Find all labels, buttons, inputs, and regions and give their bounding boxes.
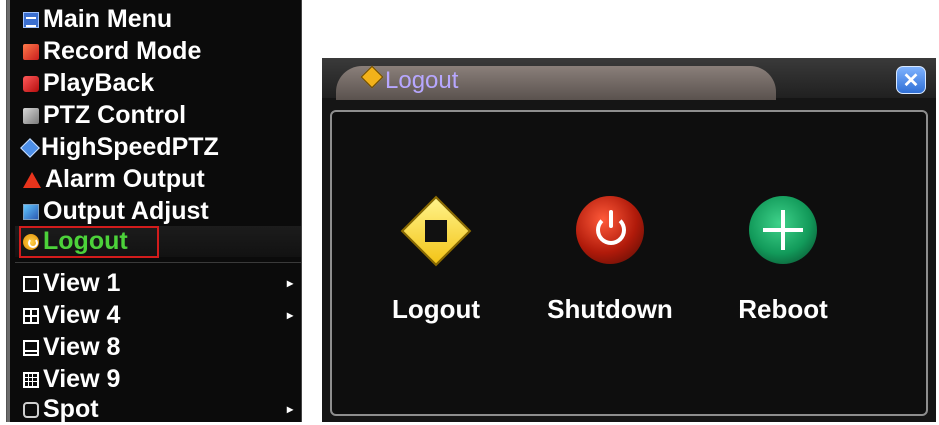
output-adjust-icon (23, 203, 39, 220)
menu-item-main-menu[interactable]: Main Menu (23, 4, 172, 35)
menu-item-logout[interactable]: Logout (15, 226, 301, 258)
selection-highlight-box (19, 226, 159, 258)
record-mode-icon (23, 43, 39, 60)
menu-separator (15, 262, 301, 263)
menu-item-ptz-control[interactable]: PTZ Control (23, 100, 186, 131)
view-8-icon (23, 339, 39, 356)
reboot-icon (749, 196, 817, 264)
context-menu: Main Menu Record Mode PlayBack PTZ Contr… (6, 0, 303, 425)
shutdown-action-button[interactable]: Shutdown (535, 112, 685, 418)
menu-item-highspeed-ptz[interactable]: HighSpeedPTZ (20, 132, 219, 163)
action-label: Logout (391, 294, 481, 324)
menu-item-playback[interactable]: PlayBack (23, 68, 154, 99)
menu-item-view-4[interactable]: View 4 ▸ (23, 300, 303, 331)
dialog-body: Logout Shutdown Reboot (330, 110, 928, 416)
power-off-icon (576, 196, 644, 264)
menu-item-label: PTZ Control (43, 101, 187, 129)
menu-item-label: Record Mode (43, 37, 202, 65)
view-9-icon (23, 371, 39, 388)
view-1-icon (23, 275, 39, 292)
close-button[interactable]: ✕ (896, 66, 926, 94)
menu-left-edge (7, 0, 10, 422)
reboot-action-button[interactable]: Reboot (708, 112, 858, 418)
main-menu-icon (23, 11, 39, 28)
menu-item-view-9[interactable]: View 9 (23, 364, 120, 395)
menu-item-label: Main Menu (43, 5, 173, 33)
action-label: Reboot (738, 294, 828, 324)
submenu-arrow-icon: ▸ (287, 308, 294, 322)
menu-item-label: View 4 (43, 301, 121, 329)
logout-dialog: Logout ✕ Logout Shutdown Reboot (322, 58, 936, 422)
ptz-control-icon (23, 107, 39, 124)
view-4-icon (23, 307, 39, 324)
menu-item-view-8[interactable]: View 8 (23, 332, 120, 363)
menu-item-label: View 8 (43, 333, 121, 361)
spot-icon (23, 401, 39, 418)
submenu-arrow-icon: ▸ (287, 276, 294, 290)
menu-item-output-adjust[interactable]: Output Adjust (23, 196, 209, 227)
menu-item-label: HighSpeedPTZ (41, 133, 219, 161)
menu-item-label: View 1 (43, 269, 121, 297)
menu-item-label: Alarm Output (45, 165, 205, 193)
action-label: Shutdown (547, 294, 673, 324)
logout-exit-sign-icon (400, 195, 472, 267)
menu-item-label: PlayBack (43, 69, 155, 97)
submenu-arrow-icon: ▸ (287, 402, 294, 416)
menu-item-alarm-output[interactable]: Alarm Output (23, 164, 205, 195)
close-icon: ✕ (902, 69, 920, 92)
playback-icon (23, 75, 39, 92)
highspeed-ptz-icon (20, 137, 40, 158)
alarm-output-icon (23, 171, 41, 188)
logout-action-button[interactable]: Logout (361, 112, 511, 418)
menu-item-label: View 9 (43, 365, 121, 393)
menu-item-label: Output Adjust (43, 197, 209, 225)
dialog-title: Logout (385, 67, 459, 94)
menu-item-spot[interactable]: Spot ▸ (23, 394, 303, 425)
power-icon (23, 233, 39, 250)
dialog-titlebar: Logout ✕ (322, 58, 936, 100)
menu-item-label: Spot (43, 395, 99, 423)
menu-item-view-1[interactable]: View 1 ▸ (23, 268, 303, 299)
menu-item-record-mode[interactable]: Record Mode (23, 36, 201, 67)
